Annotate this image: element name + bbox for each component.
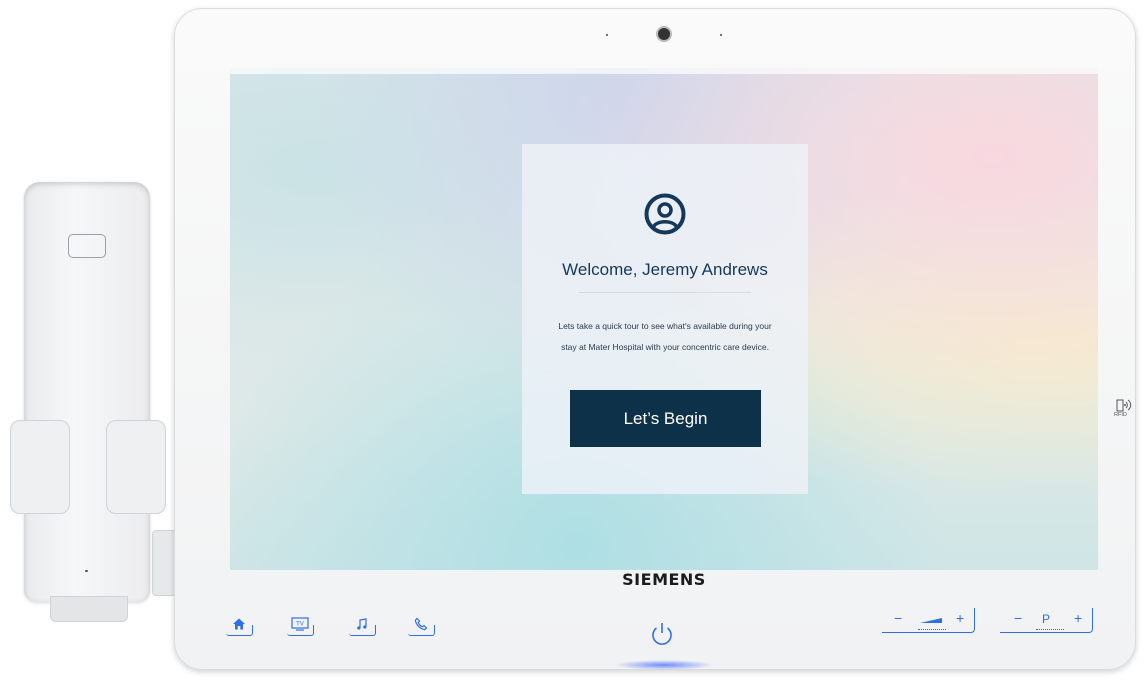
sensor-dot [720,34,722,36]
tv-button[interactable]: TV [287,612,314,636]
volume-up-button[interactable]: + [956,610,964,626]
button-bracket [349,625,376,636]
handset-cradle-right-clip [106,420,166,514]
rfid-label: RFID [1114,412,1127,418]
bedside-terminal: Welcome, Jeremy Andrews Lets take a quic… [174,8,1136,670]
power-icon[interactable] [648,620,676,648]
button-bracket [226,625,253,636]
welcome-card: Welcome, Jeremy Andrews Lets take a quic… [522,144,808,494]
channel-label: P [1042,612,1051,626]
channel-control[interactable]: − P + [1000,608,1093,633]
telephone-handset[interactable] [24,182,150,602]
sensor-dot [606,34,608,36]
volume-control[interactable]: − + [882,608,975,633]
user-circle-icon [644,193,686,235]
music-button[interactable] [349,612,376,636]
handset-cradle-hinge [152,530,176,596]
rfid-icon: RFID [1114,398,1134,422]
touch-screen: Welcome, Jeremy Andrews Lets take a quic… [230,68,1098,570]
handset-cradle-left-clip [10,420,70,514]
channel-dotted-line [1036,628,1064,630]
phone-button[interactable] [408,612,435,636]
handset-earpiece [68,234,106,258]
volume-dotted-line [918,628,946,630]
channel-down-button[interactable]: − [1014,610,1022,626]
home-button[interactable] [226,612,253,636]
channel-up-button[interactable]: + [1074,610,1082,626]
volume-down-button[interactable]: − [894,610,902,626]
handset-cradle-base [50,596,128,622]
power-indicator-glow [614,660,714,670]
button-bracket [287,625,314,636]
handset-microphone [85,570,88,572]
welcome-title: Welcome, Jeremy Andrews [562,260,768,279]
volume-wedge-icon [920,618,942,623]
divider [579,292,751,293]
camera-icon [658,28,670,40]
button-bracket [408,625,435,636]
brand-logo: SIEMENS [622,570,706,589]
lets-begin-button[interactable]: Let’s Begin [570,390,761,447]
intro-text: Lets take a quick tour to see what's ava… [558,321,772,352]
